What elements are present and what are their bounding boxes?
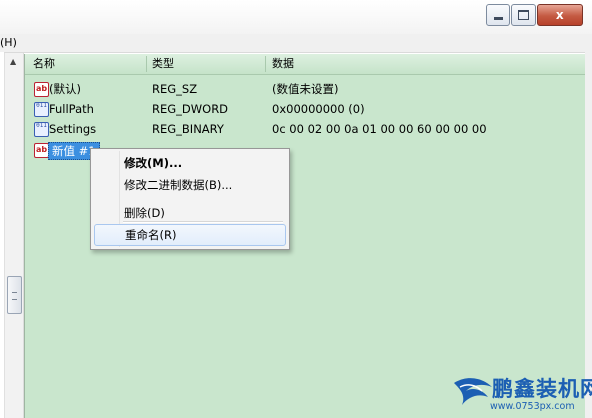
menu-item-label: 重命名(R) xyxy=(125,228,177,242)
context-menu: 修改(M)... 修改二进制数据(B)... 删除(D) 重命名(R) xyxy=(90,148,290,250)
minimize-button[interactable] xyxy=(486,4,511,26)
value-type: REG_SZ xyxy=(152,82,198,96)
menu-item-modify[interactable]: 修改(M)... xyxy=(94,152,284,174)
title-bar: x xyxy=(0,0,592,34)
menu-item-label: 删除(D) xyxy=(124,206,165,220)
tree-scrollbar[interactable]: ▲ xyxy=(4,53,24,418)
column-header-name[interactable]: 名称 xyxy=(33,54,55,74)
binary-value-icon: 011 xyxy=(34,122,49,137)
menu-item-label: 修改(M)... xyxy=(124,156,183,170)
minimize-icon xyxy=(493,16,503,20)
column-header-data[interactable]: 数据 xyxy=(272,54,294,74)
list-row[interactable]: ab (默认) REG_SZ (数值未设置) xyxy=(25,79,586,99)
scrollbar-thumb[interactable] xyxy=(7,276,22,314)
watermark: 鹏鑫装机网 www.0753px.com xyxy=(452,371,592,418)
grip-icon xyxy=(12,292,17,300)
watermark-url: www.0753px.com xyxy=(490,401,575,412)
watermark-brand: 鹏鑫装机网 xyxy=(492,377,592,401)
bird-logo-icon xyxy=(454,378,492,405)
menu-item-rename[interactable]: 重命名(R) xyxy=(94,224,286,246)
maximize-icon xyxy=(517,10,529,20)
window-controls: x xyxy=(486,4,584,26)
close-icon: x xyxy=(555,8,564,22)
value-name: FullPath xyxy=(49,102,94,116)
string-value-icon: ab xyxy=(34,143,49,158)
value-data: 0x00000000 (0) xyxy=(272,102,365,116)
value-data: (数值未设置) xyxy=(272,82,339,96)
window-edge xyxy=(585,52,592,418)
menu-help[interactable]: (H) xyxy=(0,36,17,49)
value-name: Settings xyxy=(49,122,97,136)
menu-item-delete[interactable]: 删除(D) xyxy=(94,202,284,224)
list-row[interactable]: 011 Settings REG_BINARY 0c 00 02 00 0a 0… xyxy=(25,119,586,139)
menu-item-label: 修改二进制数据(B)... xyxy=(124,178,233,192)
value-name: (默认) xyxy=(49,82,81,96)
close-button[interactable]: x xyxy=(536,4,583,26)
scroll-up-arrow-icon[interactable]: ▲ xyxy=(10,57,16,66)
list-header: 名称 类型 数据 xyxy=(25,54,586,75)
maximize-button[interactable] xyxy=(511,4,536,26)
value-type: REG_BINARY xyxy=(152,122,224,136)
string-value-icon: ab xyxy=(34,82,49,97)
value-data: 0c 00 02 00 0a 01 00 00 60 00 00 00 xyxy=(272,122,487,136)
column-header-type[interactable]: 类型 xyxy=(152,54,174,74)
column-divider[interactable] xyxy=(146,56,147,72)
binary-value-icon: 011 xyxy=(34,102,49,117)
menu-item-modify-binary[interactable]: 修改二进制数据(B)... xyxy=(94,174,284,196)
column-divider[interactable] xyxy=(265,56,266,72)
value-type: REG_DWORD xyxy=(152,102,229,116)
list-row[interactable]: 011 FullPath REG_DWORD 0x00000000 (0) xyxy=(25,99,586,119)
menu-bar: (H) xyxy=(0,34,592,53)
